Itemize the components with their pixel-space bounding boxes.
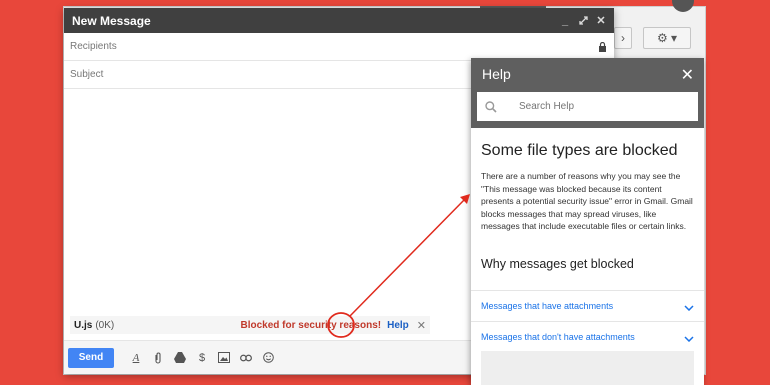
close-help-icon[interactable]: ✕ — [681, 65, 694, 85]
blocked-message: Blocked for security reasons! — [240, 319, 382, 331]
remove-attachment-icon[interactable]: ✕ — [417, 319, 426, 332]
accordion-item-partial — [481, 351, 694, 385]
close-icon[interactable]: ✕ — [596, 15, 606, 27]
send-button[interactable]: Send — [68, 347, 114, 368]
help-title: Help — [482, 66, 511, 82]
nav-next-button[interactable]: › — [614, 27, 632, 49]
emoji-icon[interactable] — [262, 352, 274, 364]
drive-icon[interactable] — [174, 352, 186, 364]
recipients-input[interactable]: Recipients — [70, 41, 598, 52]
minimize-icon[interactable]: _ — [560, 15, 570, 27]
formatting-icon[interactable]: A — [130, 352, 142, 364]
search-icon — [485, 100, 499, 114]
chevron-down-icon[interactable] — [684, 303, 694, 312]
recipients-field[interactable]: Recipients — [64, 33, 614, 61]
expand-icon[interactable] — [578, 16, 588, 26]
article-title: Some file types are blocked — [481, 142, 678, 159]
help-panel: Help ✕ Some file types are blocked There… — [471, 58, 704, 385]
accordion-label[interactable]: Messages that don't have attachments — [481, 332, 684, 342]
attachment-row: U.js (0K) Blocked for security reasons! … — [70, 316, 430, 334]
accordion-item[interactable]: Messages that don't have attachments — [471, 321, 704, 352]
help-search-box[interactable] — [477, 92, 698, 121]
article-body: There are a number of reasons why you ma… — [481, 171, 693, 231]
attachment-name[interactable]: U.js — [74, 320, 92, 331]
help-link[interactable]: Help — [387, 320, 409, 331]
accordion-label[interactable]: Messages that have attachments — [481, 301, 684, 311]
attach-file-icon[interactable] — [152, 352, 164, 364]
gear-icon: ⚙ ▾ — [656, 31, 678, 45]
chevron-down-icon[interactable] — [684, 334, 694, 343]
help-header: Help ✕ — [471, 58, 704, 128]
compose-header: New Message _ ✕ — [64, 8, 614, 33]
attachment-size: (0K) — [95, 319, 115, 331]
chevron-right-icon: › — [621, 31, 625, 45]
lock-icon — [598, 41, 608, 52]
money-icon[interactable]: $ — [196, 352, 208, 364]
help-article: Some file types are blocked There are a … — [471, 128, 704, 271]
settings-button[interactable]: ⚙ ▾ — [643, 27, 691, 49]
accordion-item[interactable]: Messages that have attachments — [471, 290, 704, 321]
photo-icon[interactable] — [218, 352, 230, 364]
section-title: Why messages get blocked — [481, 256, 634, 271]
link-icon[interactable] — [240, 352, 252, 364]
compose-title: New Message — [72, 13, 151, 28]
help-search-input[interactable] — [519, 101, 679, 112]
